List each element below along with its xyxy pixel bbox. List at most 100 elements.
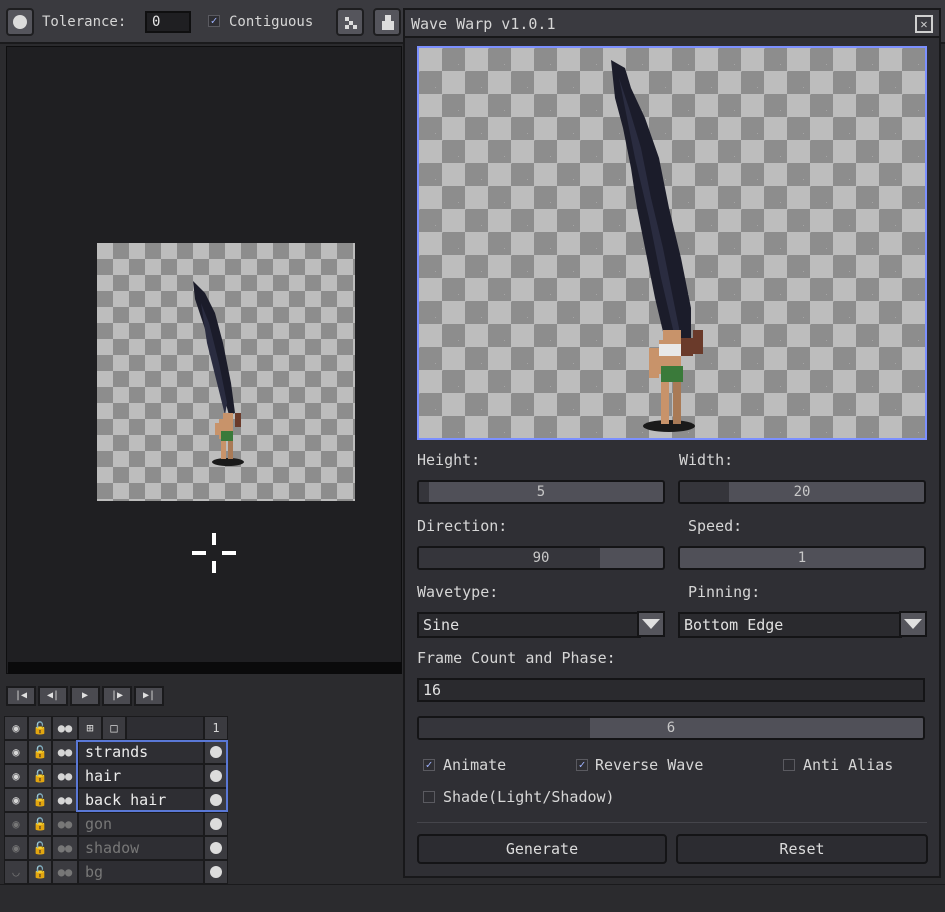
link-icon[interactable]: ●● <box>52 764 78 788</box>
frame-count-label: Frame Count and Phase: <box>417 649 616 667</box>
lock-icon[interactable]: 🔓 <box>28 812 52 836</box>
reverse-wave-checkbox[interactable]: ✓ <box>576 759 588 771</box>
direction-value: 90 <box>532 550 550 566</box>
layers-header-spacer <box>126 716 204 740</box>
playback-controls: |◀ ◀| ▶ |▶ ▶| <box>4 684 404 708</box>
link-icon[interactable]: ●● <box>52 812 78 836</box>
tolerance-label: Tolerance: <box>42 14 127 30</box>
eye-closed-icon[interactable]: ◡ <box>4 860 28 884</box>
width-slider[interactable]: 20 <box>678 480 926 504</box>
dialog-title: Wave Warp v1.0.1 <box>411 15 556 33</box>
layer-name[interactable]: back hair <box>78 788 204 812</box>
eye-icon[interactable]: ◉ <box>4 788 28 812</box>
direction-slider[interactable]: 90 <box>417 546 665 570</box>
preview-canvas <box>417 46 927 440</box>
pinning-select[interactable]: Bottom Edge <box>678 612 902 638</box>
new-group-icon[interactable]: □ <box>102 716 126 740</box>
previous-frame-button[interactable]: ◀| <box>38 686 68 706</box>
dialog-titlebar[interactable]: Wave Warp v1.0.1 ✕ <box>405 10 939 38</box>
first-frame-button[interactable]: |◀ <box>6 686 36 706</box>
animate-label: Animate <box>443 756 507 774</box>
cel-dot-icon[interactable] <box>204 740 228 764</box>
link-icon[interactable]: ●● <box>52 836 78 860</box>
generate-button[interactable]: Generate <box>417 834 667 864</box>
divider <box>417 822 927 823</box>
layer-row[interactable]: ◉ 🔓 ●● strands <box>4 740 228 764</box>
layer-row[interactable]: ◡ 🔓 ●● bg <box>4 860 228 884</box>
frame-count-input[interactable]: 16 <box>417 678 925 702</box>
layer-name[interactable]: strands <box>78 740 204 764</box>
cel-dot-icon[interactable] <box>204 788 228 812</box>
height-slider[interactable]: 5 <box>417 480 665 504</box>
horizontal-scrollbar[interactable] <box>8 662 402 674</box>
pinning-label: Pinning: <box>688 583 761 601</box>
last-frame-button[interactable]: ▶| <box>134 686 164 706</box>
speed-label: Speed: <box>688 517 743 535</box>
play-button[interactable]: ▶ <box>70 686 100 706</box>
tolerance-input[interactable]: 0 <box>145 11 191 33</box>
cel-dot-icon[interactable] <box>204 836 228 860</box>
lock-header-icon[interactable]: 🔓 <box>28 716 52 740</box>
eye-icon[interactable]: ◉ <box>4 836 28 860</box>
pixel-perfect-button[interactable] <box>336 8 364 36</box>
brush-shape-button[interactable] <box>6 8 34 36</box>
new-layer-icon[interactable]: ⊞ <box>78 716 102 740</box>
animate-checkbox[interactable]: ✓ <box>423 759 435 771</box>
lock-icon[interactable]: 🔓 <box>28 788 52 812</box>
lock-icon[interactable]: 🔓 <box>28 860 52 884</box>
cel-dot-icon[interactable] <box>204 860 228 884</box>
chevron-down-icon <box>904 619 922 629</box>
link-icon[interactable]: ●● <box>52 740 78 764</box>
speed-slider[interactable]: 1 <box>678 546 926 570</box>
cel-dot-icon[interactable] <box>204 812 228 836</box>
sprite-canvas[interactable] <box>97 243 355 501</box>
reverse-wave-label: Reverse Wave <box>595 756 704 774</box>
width-value: 20 <box>793 484 811 500</box>
next-frame-button[interactable]: |▶ <box>102 686 132 706</box>
layer-row[interactable]: ◉ 🔓 ●● gon <box>4 812 228 836</box>
phase-value: 6 <box>666 720 676 736</box>
preview-sprite <box>611 60 703 432</box>
layer-name[interactable]: hair <box>78 764 204 788</box>
width-label: Width: <box>679 451 734 469</box>
link-icon[interactable]: ●● <box>52 860 78 884</box>
speed-value: 1 <box>797 550 807 566</box>
height-value: 5 <box>536 484 546 500</box>
ink-button[interactable] <box>373 8 401 36</box>
layer-name[interactable]: bg <box>78 860 204 884</box>
anti-alias-checkbox[interactable] <box>783 759 795 771</box>
direction-label: Direction: <box>417 517 508 535</box>
layer-row[interactable]: ◉ 🔓 ●● back hair <box>4 788 228 812</box>
contiguous-label: Contiguous <box>229 14 314 30</box>
lock-icon[interactable]: 🔓 <box>28 836 52 860</box>
pixel-icon <box>345 17 357 29</box>
circle-icon <box>13 15 27 29</box>
lock-icon[interactable]: 🔓 <box>28 764 52 788</box>
wavetype-label: Wavetype: <box>417 583 499 601</box>
layers-header: ◉ 🔓 ●● ⊞ □ 1 <box>4 716 228 740</box>
phase-slider[interactable]: 6 <box>417 716 925 740</box>
layer-row[interactable]: ◉ 🔓 ●● hair <box>4 764 228 788</box>
eye-icon[interactable]: ◉ <box>4 812 28 836</box>
layer-name[interactable]: gon <box>78 812 204 836</box>
layer-name[interactable]: shadow <box>78 836 204 860</box>
frame-number[interactable]: 1 <box>204 716 228 740</box>
layer-row[interactable]: ◉ 🔓 ●● shadow <box>4 836 228 860</box>
shade-checkbox[interactable] <box>423 791 435 803</box>
reset-button[interactable]: Reset <box>676 834 928 864</box>
crosshair-cursor-icon <box>192 533 236 573</box>
cel-dot-icon[interactable] <box>204 764 228 788</box>
close-icon[interactable]: ✕ <box>915 15 933 33</box>
lock-icon[interactable]: 🔓 <box>28 740 52 764</box>
pinning-dropdown-button[interactable] <box>899 611 927 637</box>
wavetype-dropdown-button[interactable] <box>637 611 665 637</box>
character-sprite <box>193 281 244 466</box>
eye-header-icon[interactable]: ◉ <box>4 716 28 740</box>
contiguous-checkbox[interactable]: ✓ <box>208 15 220 27</box>
chevron-down-icon <box>642 619 660 629</box>
eye-icon[interactable]: ◉ <box>4 764 28 788</box>
wavetype-select[interactable]: Sine <box>417 612 641 638</box>
eye-icon[interactable]: ◉ <box>4 740 28 764</box>
link-header-icon[interactable]: ●● <box>52 716 78 740</box>
link-icon[interactable]: ●● <box>52 788 78 812</box>
